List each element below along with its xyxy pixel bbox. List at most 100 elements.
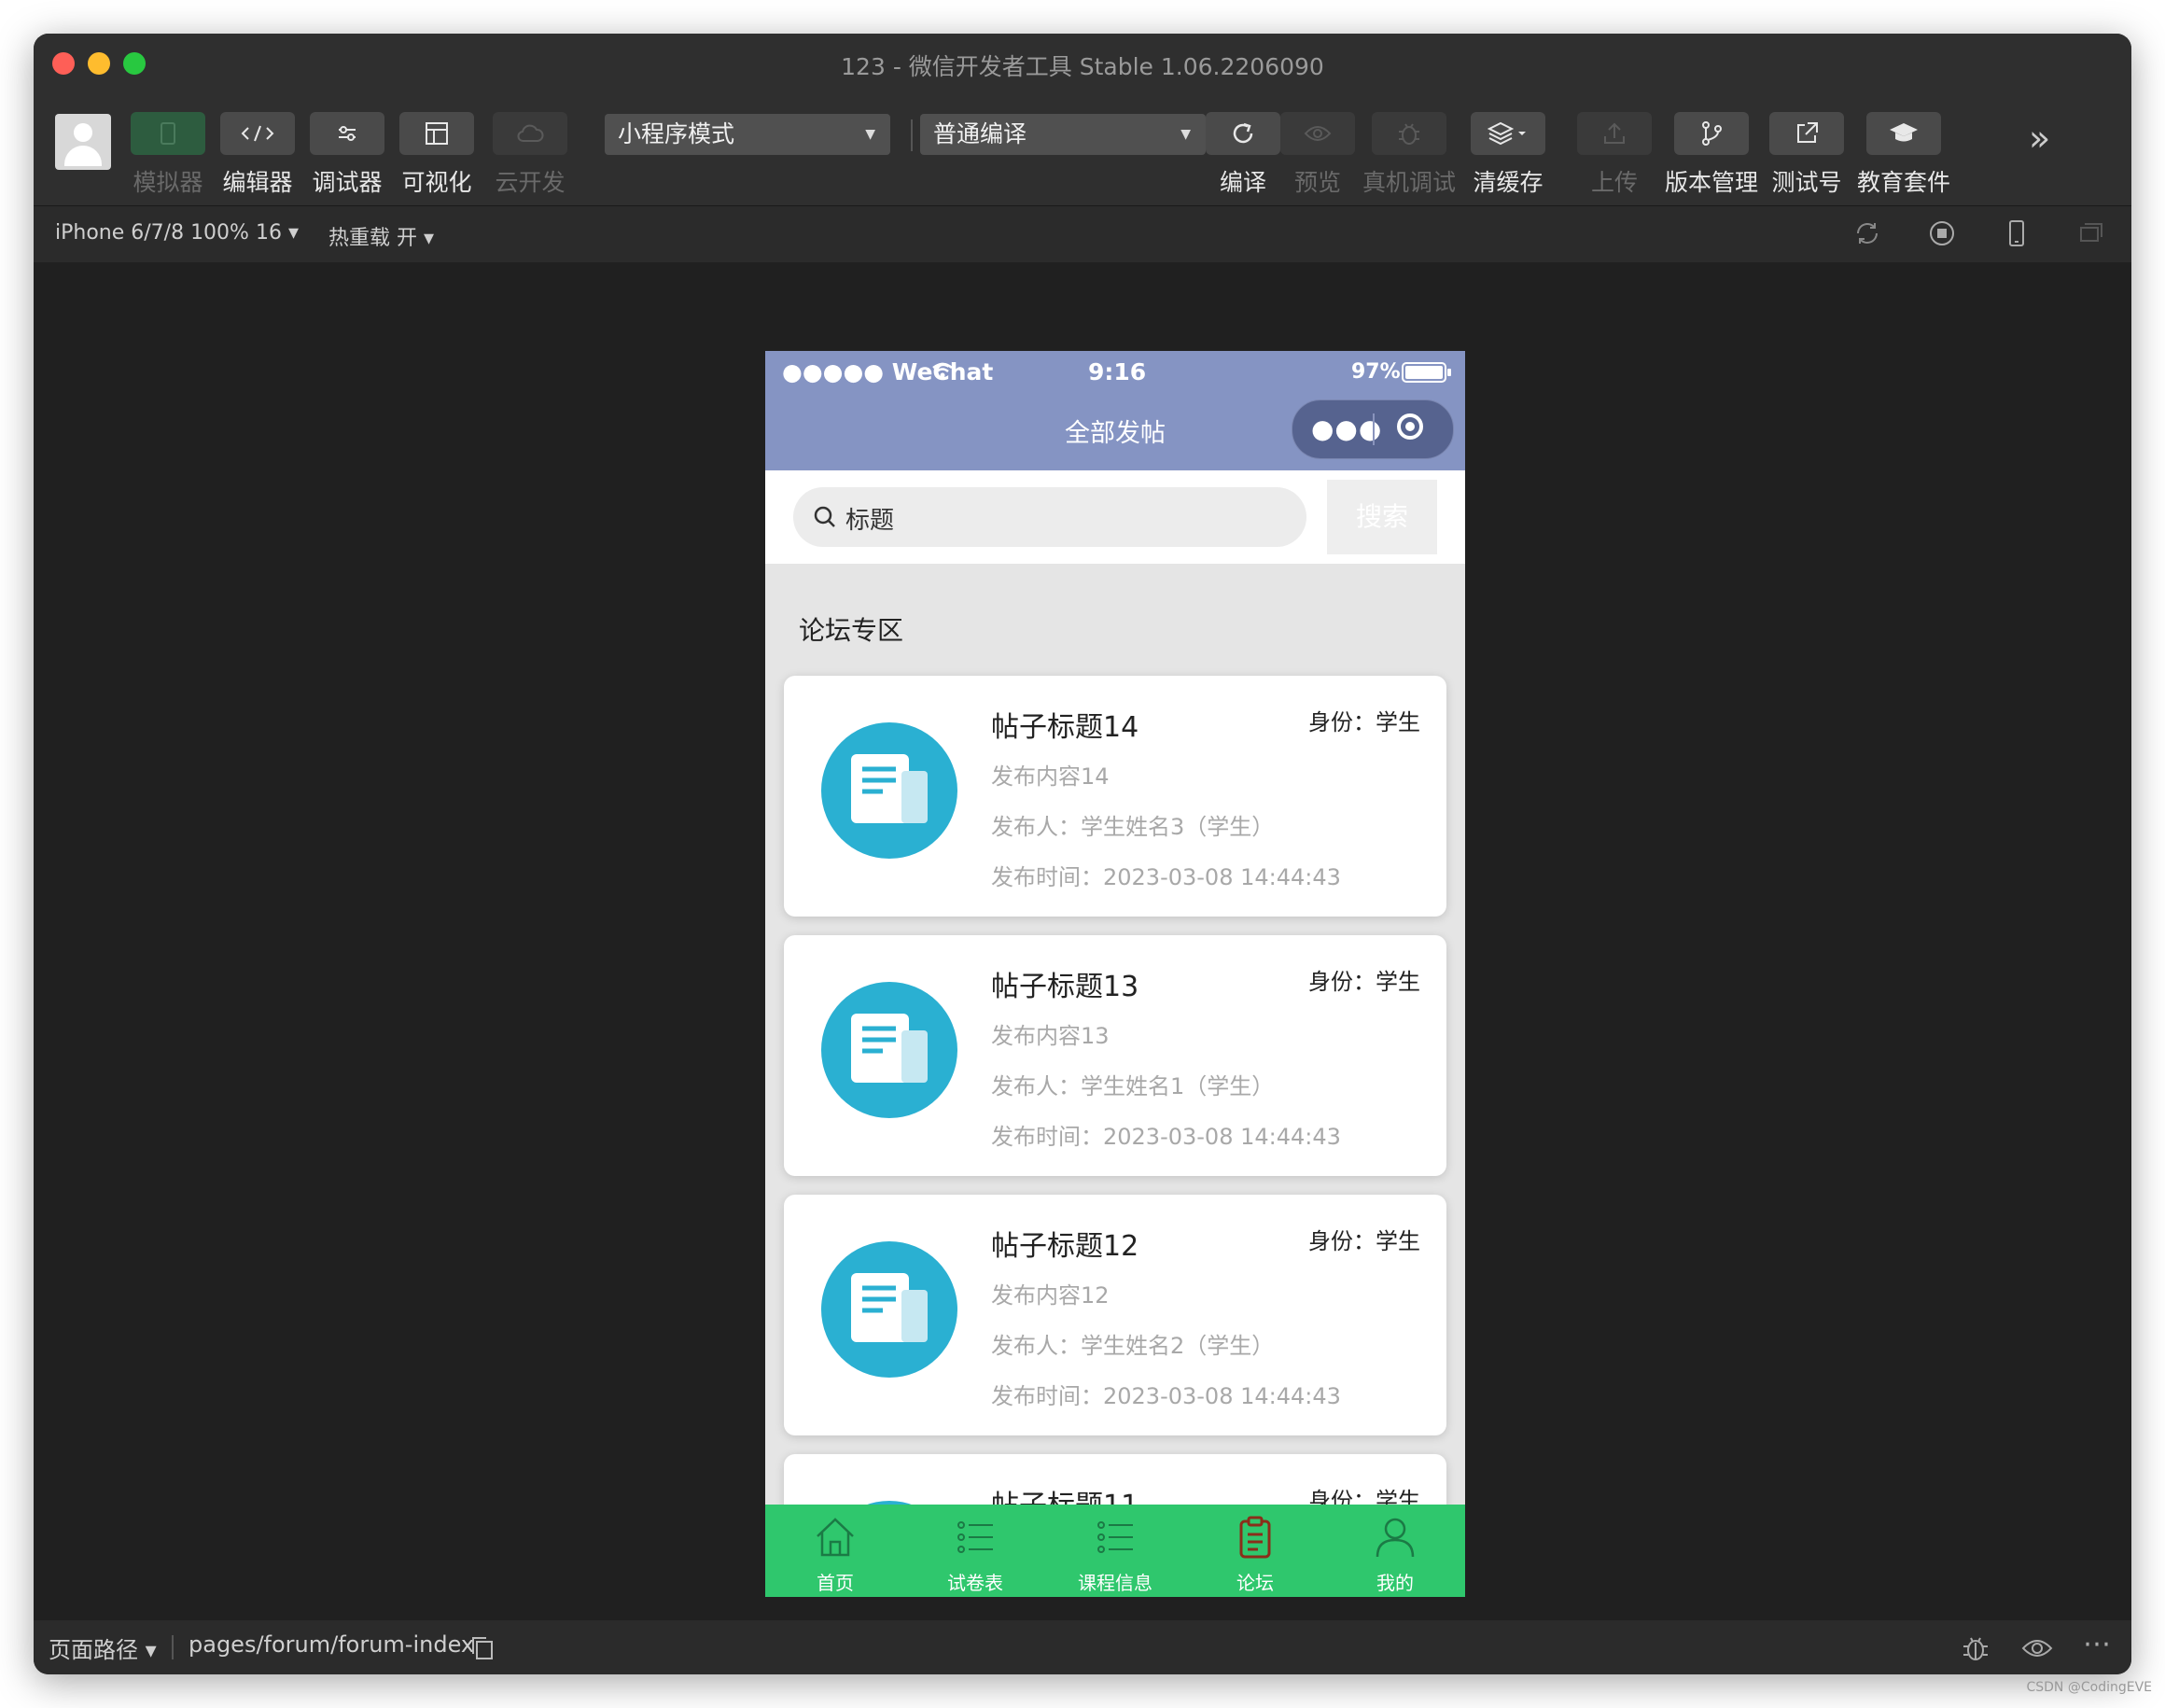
mode-select[interactable]: 小程序模式 ▼ [605, 114, 890, 155]
compile-select[interactable]: 普通编译 ▼ [920, 114, 1206, 155]
search-input[interactable]: 标题 [793, 487, 1306, 547]
window-title: 123 - 微信开发者工具 Stable 1.06.2206090 [841, 53, 1324, 80]
page-path-select[interactable]: 页面路径 ▾ [49, 1631, 157, 1664]
tab-home[interactable]: 首页 [765, 1505, 905, 1597]
real-debug-button[interactable]: 真机调试 [1362, 112, 1456, 196]
visualize-button[interactable]: 可视化 [399, 112, 474, 196]
carrier-signal: ●●●●● WeChat [782, 358, 994, 385]
post-title: 帖子标题13 [991, 971, 1139, 1003]
devtools-window: 123 - 微信开发者工具 Stable 1.06.2206090 模拟器 编辑… [34, 34, 2131, 1674]
document-icon [821, 722, 957, 859]
more-icon[interactable]: ⋯ [2083, 1628, 2111, 1660]
tab-bar: 首页 试卷表 课程信息 论坛 我的 [765, 1505, 1465, 1597]
graduation-cap-icon [1890, 123, 1918, 142]
cloud-button[interactable]: 云开发 [493, 112, 567, 196]
bug-icon[interactable] [1960, 1633, 1991, 1663]
status-time: 9:16 [1088, 358, 1147, 385]
post-content: 发布内容12 [991, 1282, 1110, 1309]
battery-icon [1402, 362, 1451, 383]
clear-cache-button[interactable]: 清缓存 [1471, 112, 1545, 196]
toolbar-divider [911, 119, 913, 151]
document-icon [821, 1241, 957, 1378]
preview-button[interactable]: 预览 [1280, 112, 1355, 196]
copy-icon[interactable] [470, 1635, 495, 1661]
clipboard-icon [1239, 1516, 1271, 1559]
status-divider [172, 1635, 174, 1659]
mp-capsule: ●●● [1292, 399, 1454, 459]
hot-reload-toggle[interactable]: 热重载 开 ▾ [328, 221, 434, 251]
post-author: 发布人：学生姓名3（学生） [991, 814, 1275, 840]
eye-icon[interactable] [2021, 1637, 2053, 1659]
post-time: 发布时间：2023-03-08 14:44:43 [991, 864, 1341, 890]
search-bar: 标题 搜索 [765, 470, 1465, 564]
post-time: 发布时间：2023-03-08 14:44:43 [991, 1124, 1341, 1150]
page-path: pages/forum/forum-index [189, 1631, 475, 1658]
chevron-down-icon: ▼ [865, 127, 875, 142]
tab-label: 我的 [1376, 1572, 1414, 1594]
compile-button[interactable]: 编译 [1206, 112, 1280, 196]
phone-simulator: ●●●●● WeChat 9:16 97% 全部发帖 ●●● 标题 搜索 论坛专… [765, 351, 1465, 1597]
simulator-button[interactable]: 模拟器 [131, 112, 205, 196]
phone-icon[interactable] [2001, 217, 2032, 249]
compile-select-value: 普通编译 [933, 120, 1027, 147]
debugger-button[interactable]: 调试器 [310, 112, 384, 196]
avatar-body [64, 146, 102, 166]
stop-icon[interactable] [1926, 217, 1958, 249]
phone-icon [161, 122, 175, 145]
post-role: 身份：学生 [1308, 1228, 1420, 1254]
post-content: 发布内容13 [991, 1023, 1110, 1049]
tab-label: 首页 [817, 1572, 854, 1594]
post-card[interactable]: 帖子标题13 身份：学生 发布内容13 发布人：学生姓名1（学生） 发布时间：2… [784, 935, 1446, 1176]
edu-suite-button[interactable]: 教育套件 [1857, 112, 1950, 196]
tab-forum[interactable]: 论坛 [1185, 1505, 1325, 1597]
test-account-button[interactable]: 测试号 [1769, 112, 1844, 196]
list-icon [1097, 1521, 1133, 1553]
search-placeholder: 标题 [845, 507, 895, 535]
post-role: 身份：学生 [1308, 709, 1420, 735]
layout-icon [426, 122, 448, 145]
bug-icon [1399, 123, 1419, 145]
document-icon [821, 982, 957, 1118]
post-role: 身份：学生 [1308, 969, 1420, 995]
tab-exams[interactable]: 试卷表 [905, 1505, 1045, 1597]
home-icon [817, 1518, 854, 1557]
avatar[interactable] [55, 114, 111, 170]
tab-courses[interactable]: 课程信息 [1045, 1505, 1185, 1597]
edu-suite-label: 教育套件 [1856, 169, 1950, 196]
upload-button[interactable]: 上传 [1577, 112, 1652, 196]
cloud-label: 云开发 [495, 169, 566, 196]
title-bar: 123 - 微信开发者工具 Stable 1.06.2206090 模拟器 编辑… [34, 34, 2131, 205]
sliders-icon [339, 126, 356, 141]
post-author: 发布人：学生姓名2（学生） [991, 1333, 1275, 1359]
post-card[interactable]: 帖子标题14 身份：学生 发布内容14 发布人：学生姓名3（学生） 发布时间：2… [784, 676, 1446, 917]
close-mp-icon[interactable] [1397, 413, 1423, 440]
upload-icon [1604, 122, 1625, 144]
chevron-double-right-icon[interactable]: » [2029, 118, 2050, 159]
device-select[interactable]: iPhone 6/7/8 100% 16 ▾ [55, 221, 299, 245]
avatar-head [74, 123, 92, 142]
search-button[interactable]: 搜索 [1327, 480, 1437, 554]
post-card[interactable]: 帖子标题12 身份：学生 发布内容12 发布人：学生姓名2（学生） 发布时间：2… [784, 1195, 1446, 1435]
wifi-icon [932, 362, 953, 378]
status-bar: 页面路径 ▾ pages/forum/forum-index ⋯ [34, 1620, 2131, 1674]
tab-label: 试卷表 [947, 1572, 1003, 1594]
device-bar: iPhone 6/7/8 100% 16 ▾ 热重载 开 ▾ [34, 205, 2131, 262]
window-icon[interactable] [2075, 217, 2107, 249]
more-icon[interactable]: ●●● [1311, 413, 1382, 444]
battery-percent: 97% [1351, 360, 1401, 384]
watermark: CSDN @CodingEVE [2026, 1680, 2152, 1695]
rotate-icon[interactable] [1851, 217, 1883, 249]
tab-mine[interactable]: 我的 [1325, 1505, 1465, 1597]
post-author: 发布人：学生姓名1（学生） [991, 1073, 1275, 1099]
editor-button[interactable]: 编辑器 [220, 112, 295, 196]
tab-label: 课程信息 [1078, 1572, 1152, 1594]
cloud-icon [517, 124, 544, 142]
code-icon [241, 125, 274, 142]
branch-icon [1702, 121, 1722, 146]
post-title: 帖子标题12 [991, 1230, 1139, 1263]
version-button[interactable]: 版本管理 [1665, 112, 1758, 196]
chevron-down-icon: ▼ [1180, 127, 1191, 142]
external-link-icon [1797, 122, 1818, 143]
list-icon [957, 1521, 993, 1553]
eye-icon [1304, 126, 1332, 141]
